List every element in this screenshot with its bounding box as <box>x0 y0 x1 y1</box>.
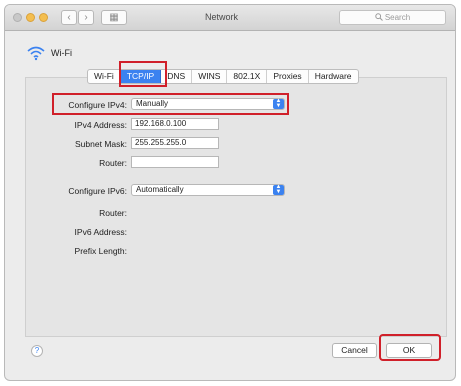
tab-hardware[interactable]: Hardware <box>309 70 358 83</box>
show-all-button[interactable]: ▦ <box>101 10 127 25</box>
ipv4-router-field[interactable] <box>131 156 219 168</box>
search-placeholder: Search <box>384 13 411 22</box>
ipv6-router-label: Router: <box>99 208 127 218</box>
configure-ipv6-value: Automatically <box>136 185 184 194</box>
search-field[interactable]: Search <box>339 10 446 25</box>
settings-panel <box>25 77 447 337</box>
ok-button-highlight <box>379 334 441 361</box>
subnet-mask-label: Subnet Mask: <box>75 139 127 149</box>
network-window: ‹ › ▦ Network Search Wi-Fi Wi-Fi TCP/IP … <box>4 4 456 381</box>
ipv4-router-label: Router: <box>99 158 127 168</box>
tab-wifi[interactable]: Wi-Fi <box>88 70 121 83</box>
subnet-mask-field[interactable]: 255.255.255.0 <box>131 137 219 149</box>
grid-icon: ▦ <box>109 12 119 23</box>
search-icon <box>375 13 383 21</box>
cancel-button[interactable]: Cancel <box>332 343 377 358</box>
interface-name: Wi-Fi <box>51 48 72 58</box>
wifi-icon <box>27 46 45 61</box>
configure-ipv6-popup[interactable]: Automatically ▲ ▼ <box>131 184 285 196</box>
ipv4-address-field[interactable]: 192.168.0.100 <box>131 118 219 130</box>
tab-proxies[interactable]: Proxies <box>267 70 309 83</box>
prefix-length-label: Prefix Length: <box>74 246 127 256</box>
back-button[interactable]: ‹ <box>61 10 77 25</box>
tcpip-tab-highlight <box>119 61 167 87</box>
ipv4-address-label: IPv4 Address: <box>74 120 127 130</box>
chevron-left-icon: ‹ <box>67 12 71 23</box>
title-bar: ‹ › ▦ Network Search <box>5 5 455 31</box>
question-icon: ? <box>34 346 40 355</box>
window-title: Network <box>205 12 239 22</box>
tab-8021x[interactable]: 802.1X <box>227 70 268 83</box>
tab-wins[interactable]: WINS <box>192 70 228 83</box>
chevron-right-icon: › <box>84 12 88 23</box>
ipv6-address-label: IPv6 Address: <box>74 227 127 237</box>
configure-ipv4-highlight <box>52 93 289 115</box>
forward-button[interactable]: › <box>78 10 94 25</box>
popup-arrows-icon: ▲ ▼ <box>273 184 284 195</box>
help-button[interactable]: ? <box>31 345 43 357</box>
zoom-window-button[interactable] <box>39 13 48 22</box>
configure-ipv6-label: Configure IPv6: <box>68 186 127 196</box>
close-window-button[interactable] <box>13 13 22 22</box>
minimize-window-button[interactable] <box>26 13 35 22</box>
